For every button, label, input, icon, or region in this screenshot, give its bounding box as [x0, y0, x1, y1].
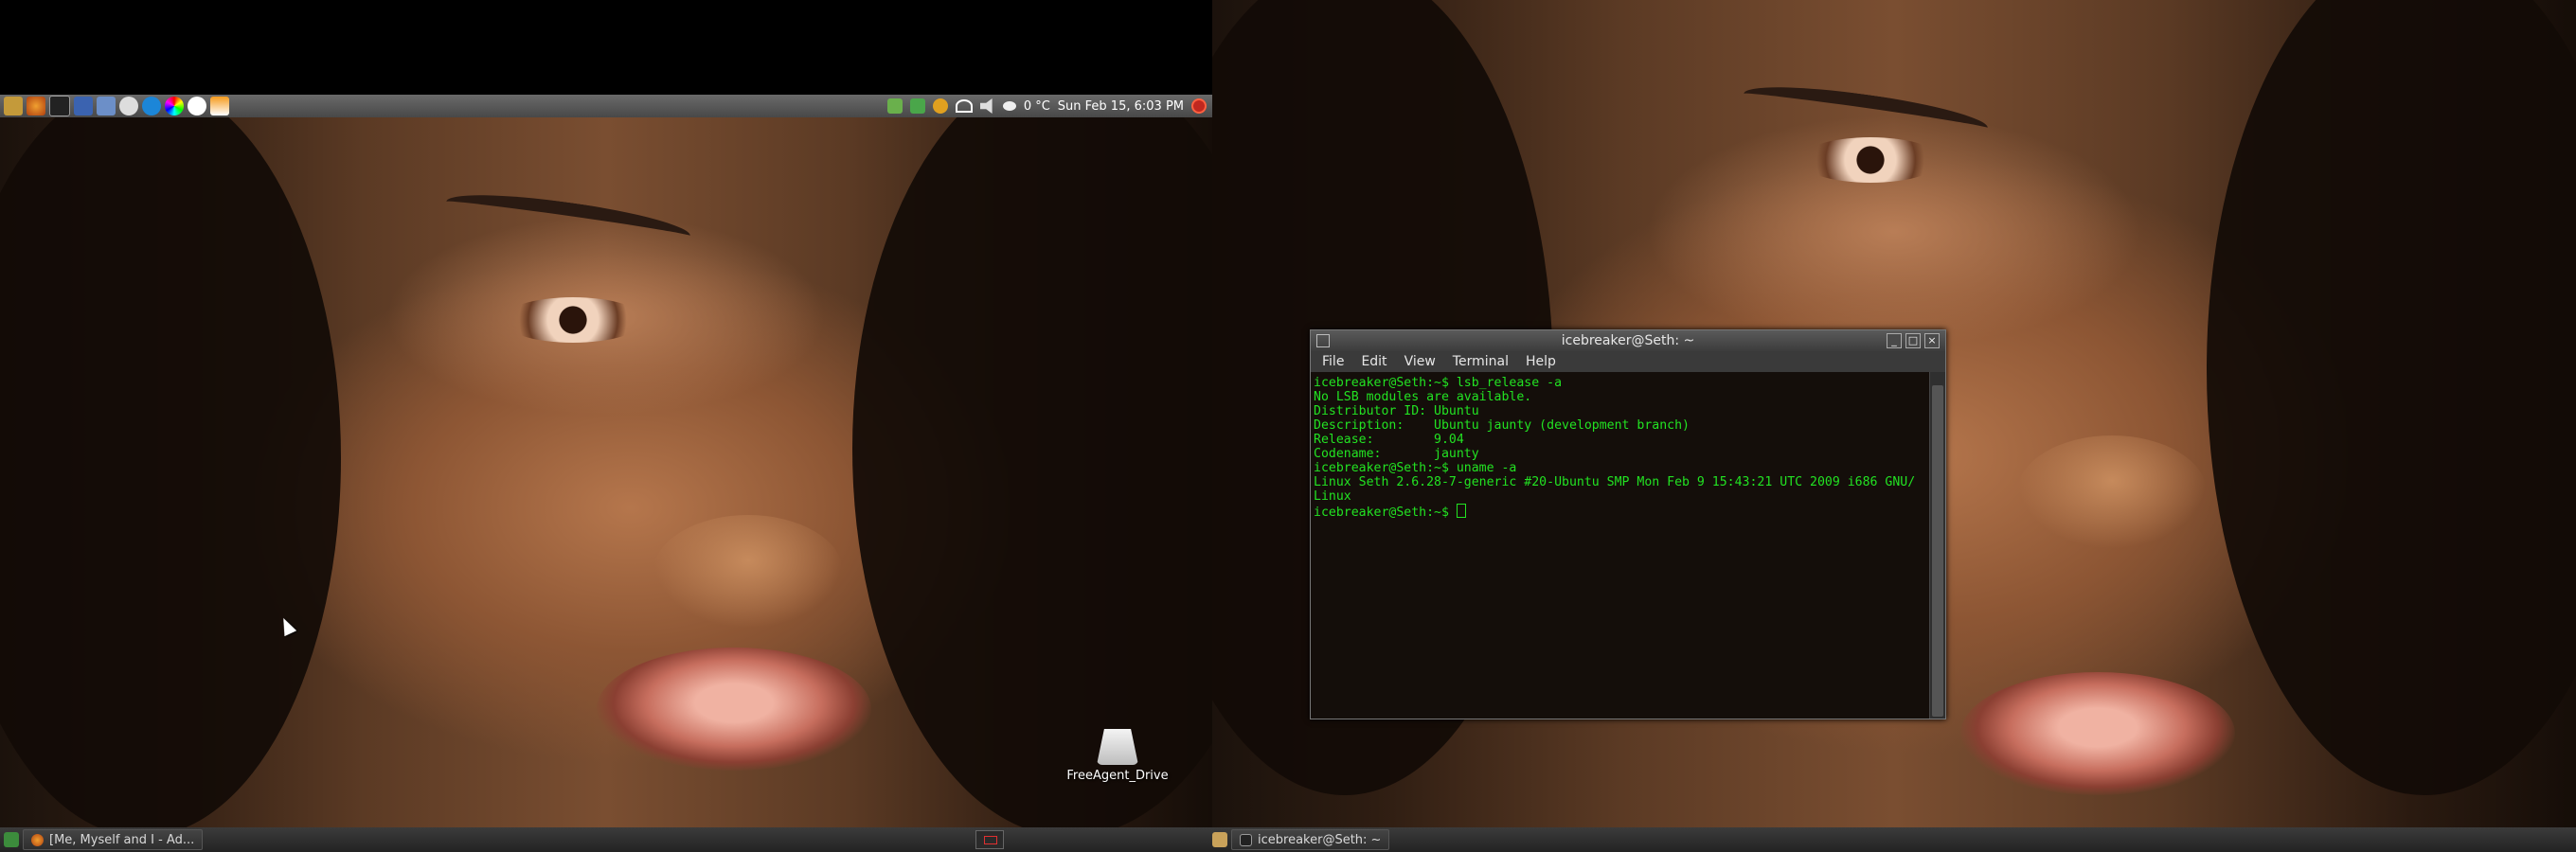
- right-bottom-panel: icebreaker@Seth: ~: [1212, 827, 2576, 852]
- wallpaper-lips: [597, 648, 871, 771]
- menu-help[interactable]: Help: [1526, 354, 1556, 369]
- volume-icon[interactable]: [979, 98, 993, 114]
- terminal-scrollbar[interactable]: [1929, 372, 1945, 719]
- weather-icon[interactable]: [1002, 101, 1016, 111]
- terminal-output[interactable]: icebreaker@Seth:~$ lsb_release -a No LSB …: [1311, 372, 1930, 719]
- wifi-icon[interactable]: [955, 99, 973, 113]
- firefox-icon: [31, 833, 44, 846]
- scrollbar-thumb[interactable]: [1932, 385, 1943, 717]
- terminal-line: No LSB modules are available.: [1314, 390, 1532, 404]
- shutdown-icon[interactable]: [1191, 98, 1207, 114]
- show-desktop-icon[interactable]: [1212, 832, 1227, 847]
- media-player-icon[interactable]: [188, 97, 206, 115]
- network-manager-icon[interactable]: [909, 98, 925, 114]
- clock[interactable]: Sun Feb 15, 6:03 PM: [1058, 99, 1184, 114]
- menu-view[interactable]: View: [1404, 354, 1436, 369]
- taskbar-item-label: icebreaker@Seth: ~: [1258, 832, 1382, 847]
- terminal-titlebar[interactable]: icebreaker@Seth: ~ _ □ ×: [1311, 330, 1945, 351]
- wallpaper-hair-right: [2207, 0, 2576, 795]
- terminal-line: icebreaker@Seth:~$ uname -a: [1314, 461, 1517, 475]
- window-menu-icon[interactable]: [1316, 334, 1330, 347]
- terminal-line: icebreaker@Seth:~$ lsb_release -a: [1314, 376, 1563, 390]
- terminal-window[interactable]: icebreaker@Seth: ~ _ □ × File Edit View …: [1310, 329, 1946, 719]
- terminal-prompt: icebreaker@Seth:~$: [1314, 506, 1457, 520]
- wallpaper-hair-right: [852, 117, 1212, 827]
- terminal-icon[interactable]: [49, 96, 70, 116]
- wallpaper-nose: [653, 515, 843, 629]
- show-desktop-icon[interactable]: [4, 832, 19, 847]
- right-monitor: icebreaker@Seth: ~ _ □ × File Edit View …: [1212, 0, 2576, 852]
- notes-icon[interactable]: [886, 98, 903, 114]
- freeagent-drive-desktop-icon[interactable]: FreeAgent_Drive: [1051, 729, 1184, 783]
- vlc-icon[interactable]: [210, 97, 229, 115]
- terminal-menubar: File Edit View Terminal Help: [1311, 351, 1945, 372]
- system-tray: 0 °C Sun Feb 15, 6:03 PM: [886, 98, 1212, 114]
- desktop-wallpaper: [0, 117, 1212, 827]
- temperature-readout[interactable]: 0 °C: [1024, 99, 1050, 114]
- minimize-button[interactable]: _: [1887, 333, 1902, 348]
- skype-icon[interactable]: [142, 97, 161, 115]
- terminal-prompt-line[interactable]: icebreaker@Seth:~$: [1314, 504, 1927, 520]
- terminal-line: Linux Seth 2.6.28-7-generic #20-Ubuntu S…: [1314, 475, 1916, 489]
- wallpaper-brow: [443, 186, 693, 252]
- top-panel: 0 °C Sun Feb 15, 6:03 PM: [0, 95, 1212, 117]
- home-folder-icon[interactable]: [97, 97, 116, 115]
- maximize-button[interactable]: □: [1905, 333, 1921, 348]
- window-title: icebreaker@Seth: ~: [1561, 333, 1695, 348]
- menu-terminal[interactable]: Terminal: [1453, 354, 1509, 369]
- taskbar-item-firefox[interactable]: [Me, Myself and I - Ad...: [23, 829, 204, 850]
- window-controls: _ □ ×: [1887, 333, 1945, 348]
- workspace-switcher[interactable]: [975, 830, 1004, 849]
- wallpaper-lips: [1960, 672, 2235, 795]
- ubuntu-menu-icon[interactable]: [4, 97, 23, 115]
- drive-icon: [1097, 729, 1138, 765]
- terminal-line: Release: 9.04: [1314, 433, 1464, 447]
- wallpaper-eye: [1799, 137, 1941, 183]
- left-bottom-panel: [Me, Myself and I - Ad...: [0, 827, 1212, 852]
- menu-edit[interactable]: Edit: [1361, 354, 1386, 369]
- taskbar-item-terminal[interactable]: icebreaker@Seth: ~: [1231, 829, 1390, 850]
- wallpaper-nose: [2017, 435, 2207, 549]
- wallpaper-hair-left: [0, 117, 341, 827]
- taskbar-item-label: [Me, Myself and I - Ad...: [49, 832, 195, 847]
- terminal-line: Description: Ubuntu jaunty (development …: [1314, 418, 1690, 433]
- wallpaper-brow: [1741, 78, 1991, 144]
- desktop-icon-label: FreeAgent_Drive: [1066, 769, 1169, 783]
- wallpaper-eye: [502, 297, 644, 343]
- workspace-window-indicator: [984, 836, 997, 844]
- menu-file[interactable]: File: [1322, 354, 1344, 369]
- unused-screen-area: [0, 0, 1212, 95]
- left-monitor: 0 °C Sun Feb 15, 6:03 PM FreeAgent_Drive…: [0, 0, 1212, 852]
- file-manager-icon[interactable]: [74, 97, 93, 115]
- chat-icon[interactable]: [119, 97, 138, 115]
- color-picker-icon[interactable]: [165, 97, 184, 115]
- terminal-line: Linux: [1314, 489, 1351, 504]
- terminal-icon: [1240, 833, 1252, 846]
- terminal-line: Codename: jaunty: [1314, 447, 1479, 461]
- update-icon[interactable]: [932, 98, 948, 114]
- firefox-icon[interactable]: [27, 97, 45, 115]
- close-button[interactable]: ×: [1924, 333, 1940, 348]
- terminal-line: Distributor ID: Ubuntu: [1314, 404, 1479, 418]
- text-cursor: [1456, 504, 1466, 518]
